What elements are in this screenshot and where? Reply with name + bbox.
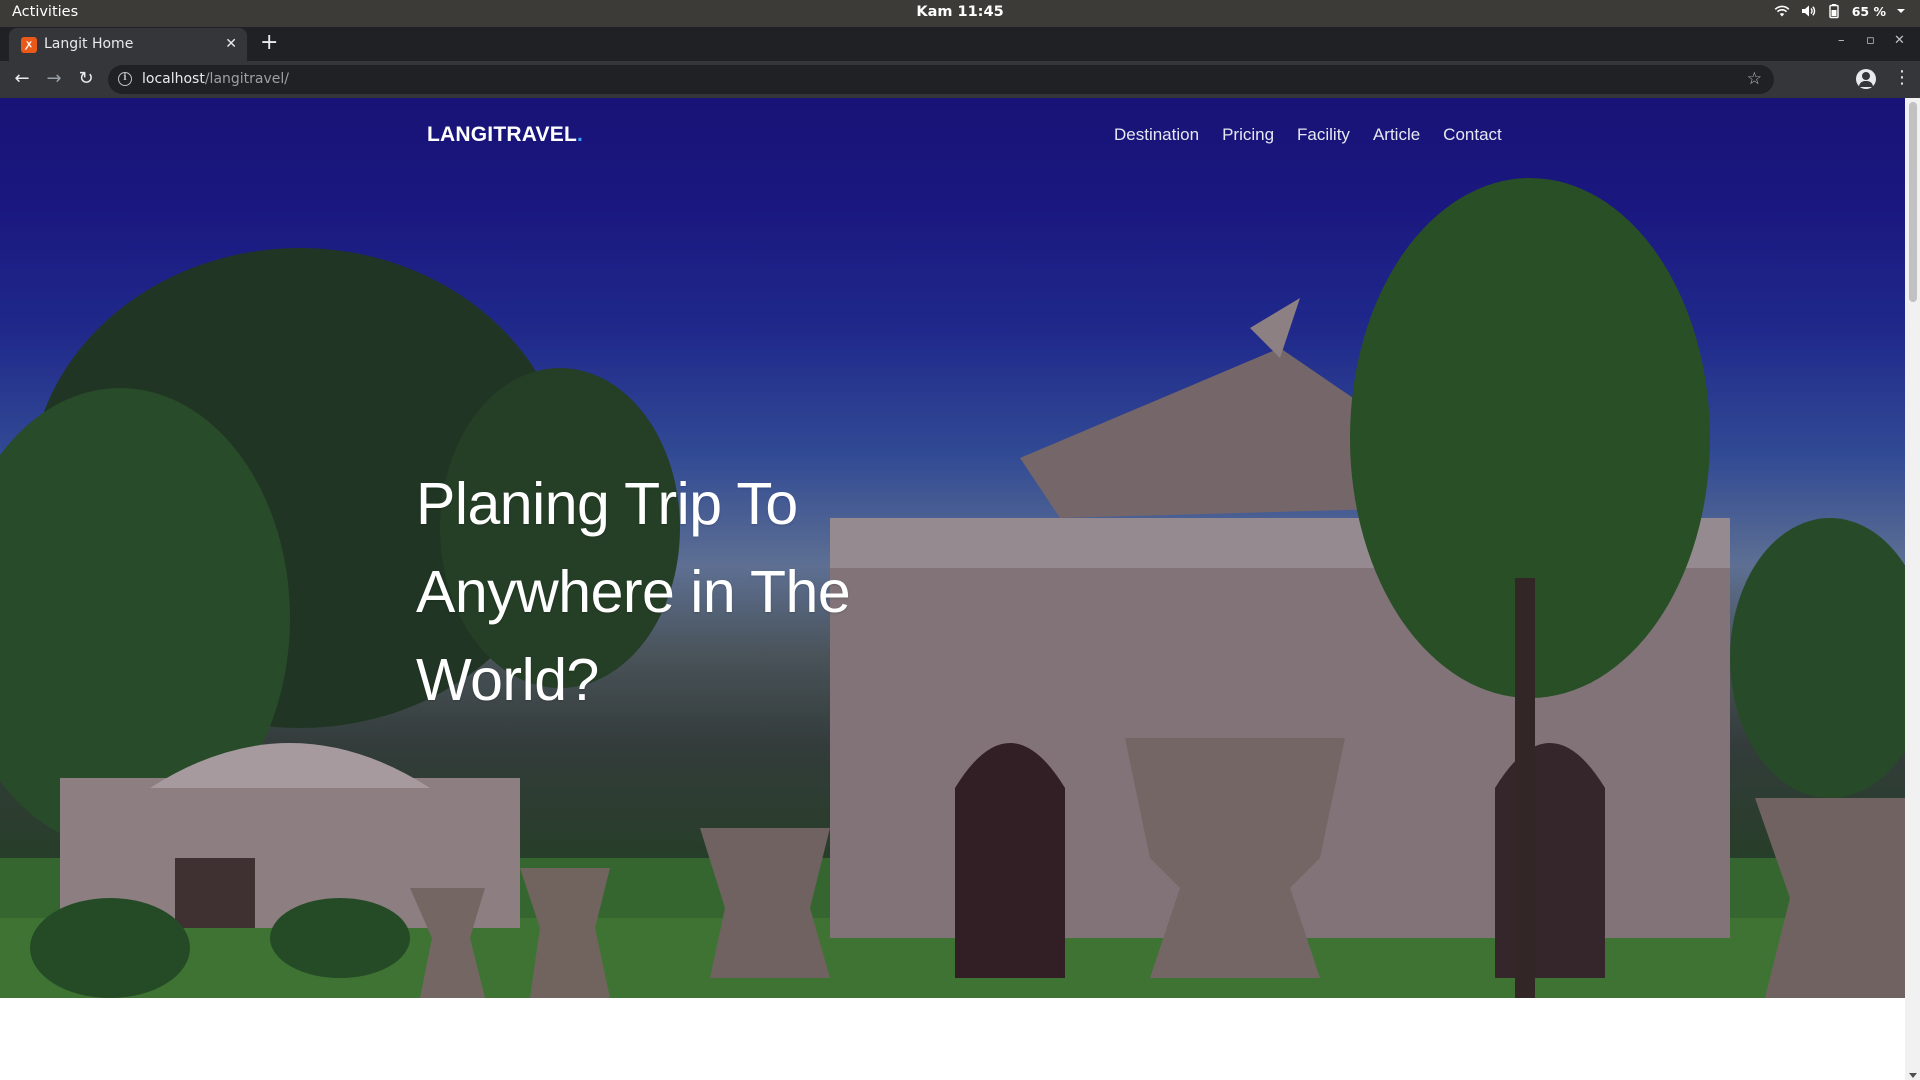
reload-icon[interactable]: ↻ (76, 69, 96, 89)
nav-contact[interactable]: Contact (1443, 125, 1502, 145)
hero-section: LANGITRAVEL. Destination Pricing Facilit… (0, 98, 1905, 998)
system-tray[interactable]: 65 % (1774, 3, 1906, 19)
browser-toolbar: ← → ↻ i localhost/langitravel/ ☆ ⋮ (0, 61, 1920, 98)
main-nav: Destination Pricing Facility Article Con… (1114, 125, 1502, 145)
chevron-down-icon (1897, 9, 1905, 13)
activities-button[interactable]: Activities (12, 4, 78, 20)
battery-percent: 65 % (1851, 3, 1886, 19)
tab-title: Langit Home (44, 36, 134, 52)
more-menu-icon[interactable]: ⋮ (1893, 68, 1911, 88)
clock[interactable]: Kam 11:45 (916, 4, 1003, 20)
hero-overlay (0, 98, 1905, 998)
window-close-icon[interactable]: ✕ (1894, 33, 1905, 48)
nav-pricing[interactable]: Pricing (1222, 125, 1274, 145)
new-tab-button[interactable]: + (260, 32, 278, 54)
browser-tab-active[interactable]: ꭗ Langit Home ✕ (9, 28, 247, 61)
browser-tab-strip: ꭗ Langit Home ✕ + – ▫ ✕ (0, 27, 1920, 61)
scrollbar-thumb[interactable] (1909, 102, 1917, 302)
site-info-icon[interactable]: i (118, 72, 132, 86)
site-brand-logo[interactable]: LANGITRAVEL. (427, 123, 583, 147)
profile-avatar-icon[interactable] (1856, 69, 1876, 89)
url-text[interactable]: localhost/langitravel/ (142, 71, 289, 87)
xampp-icon: ꭗ (21, 37, 37, 53)
nav-destination[interactable]: Destination (1114, 125, 1199, 145)
volume-icon (1801, 5, 1815, 17)
minimize-icon[interactable]: – (1838, 33, 1845, 48)
bookmark-star-icon[interactable]: ☆ (1747, 69, 1762, 89)
page-viewport: LANGITRAVEL. Destination Pricing Facilit… (0, 98, 1905, 1080)
close-icon[interactable]: ✕ (225, 36, 237, 52)
wifi-icon (1774, 5, 1790, 17)
system-top-bar: Activities Kam 11:45 65 % (0, 0, 1920, 27)
forward-icon[interactable]: → (44, 69, 64, 89)
scroll-down-arrow-icon[interactable] (1909, 1073, 1917, 1078)
back-icon[interactable]: ← (12, 69, 32, 89)
nav-facility[interactable]: Facility (1297, 125, 1350, 145)
hero-headline: Planing Trip To Anywhere in The World? (416, 471, 851, 713)
maximize-icon[interactable]: ▫ (1866, 33, 1875, 48)
page-scrollbar[interactable] (1905, 98, 1920, 1080)
battery-icon (1829, 4, 1839, 19)
nav-article[interactable]: Article (1373, 125, 1420, 145)
address-bar[interactable]: i localhost/langitravel/ ☆ (108, 65, 1774, 94)
